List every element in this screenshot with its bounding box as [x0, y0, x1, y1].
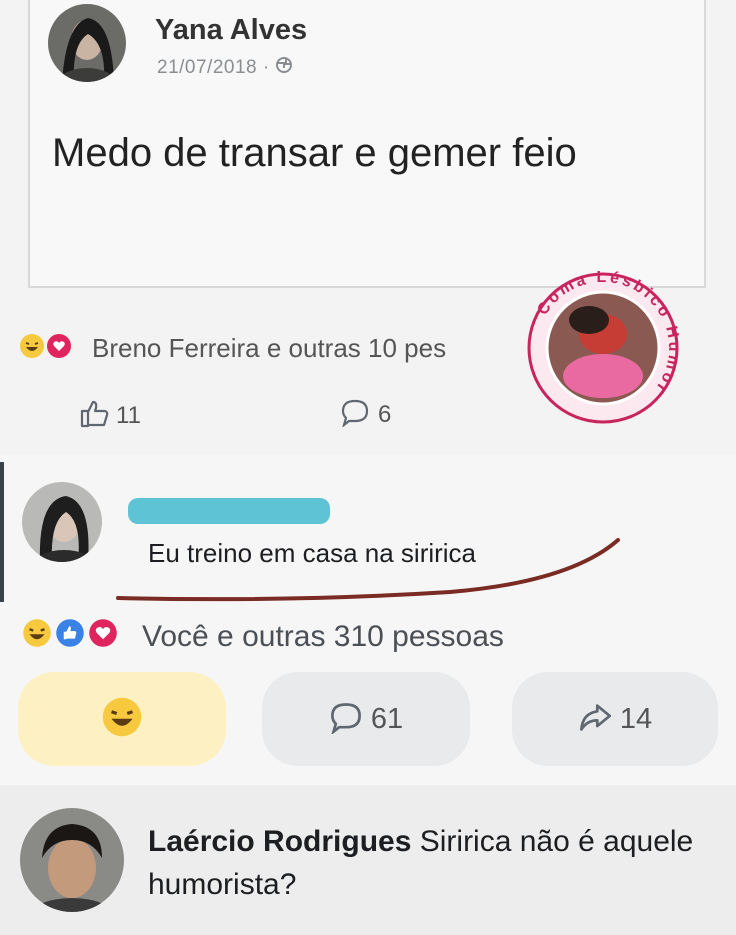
- reply-author-avatar[interactable]: [20, 808, 124, 912]
- like-reaction-icon: [55, 618, 85, 648]
- reply-comment: Laércio Rodrigues Siririca não é aquele …: [148, 820, 708, 906]
- post-date: 21/07/2018 ·: [157, 56, 293, 80]
- post-date-text: 21/07/2018 ·: [157, 57, 276, 79]
- post-author-name[interactable]: Yana Alves: [155, 14, 307, 47]
- love-reaction-icon: [47, 334, 71, 358]
- post-reactions-summary[interactable]: Breno Ferreira e outras 10 pes: [92, 333, 446, 364]
- share-count: 14: [619, 702, 653, 735]
- comment-bubble-icon: [329, 700, 363, 739]
- love-reaction-icon: [88, 618, 118, 648]
- like-button[interactable]: 11: [78, 397, 141, 434]
- commenter-avatar[interactable]: [22, 482, 102, 562]
- like-count: 11: [116, 401, 141, 429]
- haha-reaction-icon: [20, 334, 44, 358]
- red-underline-mark: [116, 538, 620, 602]
- name-redaction-highlight: [128, 498, 330, 524]
- comment-reaction-icons[interactable]: [22, 618, 121, 648]
- comment-reactions-summary[interactable]: Você e outras 310 pessoas: [142, 620, 504, 654]
- haha-icon: [101, 696, 143, 743]
- comment-button[interactable]: 6: [340, 397, 391, 432]
- haha-react-button[interactable]: [18, 672, 226, 766]
- comment-reply-button[interactable]: 61: [262, 672, 470, 766]
- post-reaction-icons[interactable]: [20, 334, 74, 358]
- haha-reaction-icon: [22, 618, 52, 648]
- share-button[interactable]: 14: [512, 672, 718, 766]
- author-avatar[interactable]: [48, 4, 126, 82]
- comment-bubble-icon: [340, 397, 370, 432]
- comment-count: 6: [378, 400, 392, 428]
- comment-reply-count: 61: [370, 702, 404, 735]
- watermark-stamp: Coma Lésbico Humor: [523, 268, 683, 428]
- share-arrow-icon: [578, 700, 612, 739]
- post-text: Medo de transar e gemer feio: [52, 131, 577, 175]
- thumbs-up-icon: [78, 397, 110, 434]
- comment-indicator-bar: [0, 462, 4, 602]
- reply-author-name[interactable]: Laércio Rodrigues: [148, 825, 411, 858]
- globe-icon: [275, 56, 293, 80]
